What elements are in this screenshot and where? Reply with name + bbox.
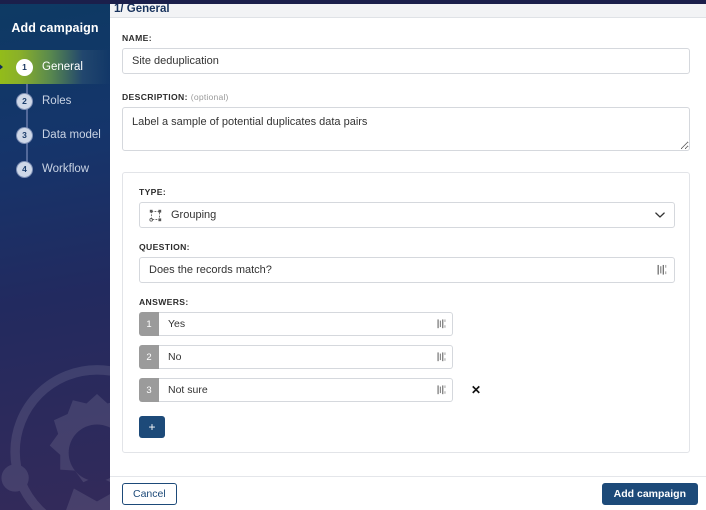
- answer-row: 1: [139, 312, 675, 336]
- answer-row: 2: [139, 345, 675, 369]
- translate-icon[interactable]: [437, 352, 447, 363]
- translate-icon[interactable]: [437, 385, 447, 396]
- question-config-card: TYPE: Grouping QUESTION: Does the record…: [122, 172, 690, 453]
- question-label: QUESTION:: [139, 242, 190, 252]
- answer-number-badge: 1: [139, 312, 159, 336]
- answers-list: 1 2: [139, 312, 675, 402]
- description-optional-tag: (optional): [190, 92, 229, 102]
- answers-label: ANSWERS:: [139, 297, 189, 307]
- sidebar-item-label: General: [42, 61, 83, 73]
- sidebar-item-general[interactable]: 1 General: [0, 50, 110, 101]
- add-campaign-button[interactable]: Add campaign: [601, 482, 698, 505]
- translate-icon[interactable]: [437, 319, 447, 330]
- cancel-button[interactable]: Cancel: [122, 482, 177, 505]
- description-label-text: DESCRIPTION:: [122, 92, 188, 102]
- delete-answer-button[interactable]: ✕: [469, 384, 483, 396]
- question-field-wrap: [139, 257, 675, 283]
- sidebar-item-label: Workflow: [42, 163, 90, 175]
- question-input[interactable]: [139, 257, 675, 283]
- active-step-arrow-icon: [0, 57, 3, 77]
- sidebar-item-label: Data model: [42, 129, 101, 141]
- step-number-badge: 3: [16, 126, 33, 144]
- type-label: TYPE:: [139, 187, 167, 197]
- chevron-down-icon[interactable]: [655, 212, 665, 219]
- answer-input[interactable]: [159, 378, 453, 402]
- answer-number-badge: 2: [139, 345, 159, 369]
- app-root: Add campaign 1 General 2 Roles 3 Data mo…: [0, 0, 706, 510]
- name-label: NAME:: [122, 33, 152, 43]
- award-ribbon-watermark-icon: [1, 365, 110, 510]
- step-number-badge: 4: [16, 160, 33, 178]
- translate-icon[interactable]: [657, 264, 668, 276]
- description-label: DESCRIPTION: (optional): [122, 92, 690, 102]
- add-answer-button[interactable]: +: [139, 416, 165, 438]
- sidebar-item-workflow[interactable]: 4 Workflow: [0, 152, 110, 186]
- answer-row: 3 ✕: [139, 378, 675, 402]
- grouping-icon: [149, 209, 162, 222]
- answer-input[interactable]: [159, 345, 453, 369]
- sidebar-item-roles[interactable]: 2 Roles: [0, 84, 110, 135]
- type-selected-value: Grouping: [171, 209, 217, 221]
- sidebar-item-data-model[interactable]: 3 Data model: [0, 118, 110, 169]
- add-campaign-modal: 1/ General NAME: DESCRIPTION:(optional) …: [110, 0, 706, 510]
- step-nav: 1 General 2 Roles 3 Data model 4 Workflo…: [0, 50, 110, 186]
- page-title: 1/ General: [114, 2, 170, 15]
- answer-number-badge: 3: [139, 378, 159, 402]
- sidebar-item-label: Roles: [42, 95, 72, 107]
- modal-body: NAME: DESCRIPTION:(optional) TYPE:: [110, 19, 706, 475]
- modal-footer: Cancel Add campaign: [110, 476, 706, 510]
- answer-input-wrap: [159, 378, 453, 402]
- type-select[interactable]: Grouping: [139, 202, 675, 228]
- sidebar-title: Add campaign: [11, 21, 99, 35]
- form-top-section: NAME: DESCRIPTION:(optional): [110, 19, 706, 156]
- step-number-badge: 2: [16, 92, 33, 110]
- step-number-badge: 1: [16, 58, 33, 76]
- answer-input[interactable]: [159, 312, 453, 336]
- description-textarea[interactable]: [122, 107, 690, 151]
- answer-input-wrap: [159, 312, 453, 336]
- name-input[interactable]: [122, 48, 690, 74]
- sidebar: Add campaign 1 General 2 Roles 3 Data mo…: [0, 0, 110, 510]
- answer-input-wrap: [159, 345, 453, 369]
- top-accent-bar: [0, 0, 706, 4]
